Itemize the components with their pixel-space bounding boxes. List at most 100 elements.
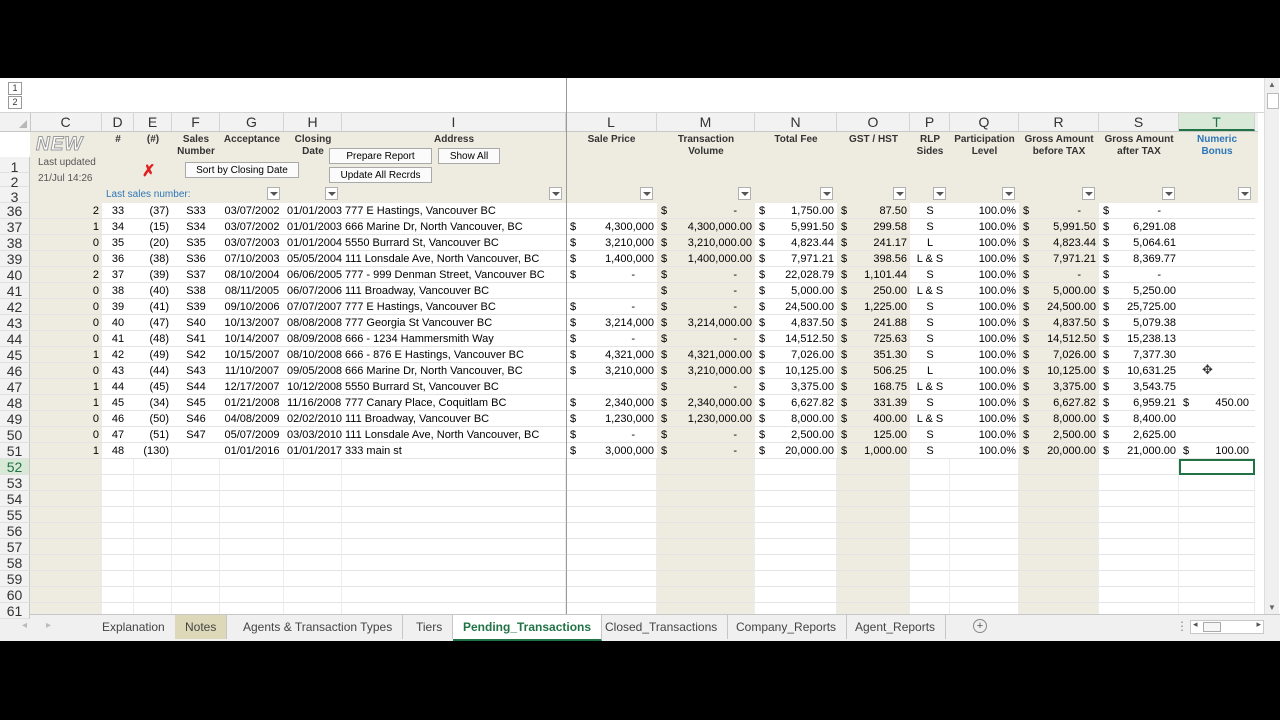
filter-dropdown-t[interactable] [1238,187,1251,200]
cell-t[interactable]: 100.00 $ [1179,443,1255,459]
cell-d[interactable] [102,587,134,603]
cell-t[interactable] [1179,315,1255,331]
row-header-43[interactable]: 43 [0,315,30,331]
cell-q[interactable]: 100.0% [950,267,1019,283]
cell-p[interactable]: S [910,267,950,283]
cell-i[interactable]: 777 Georgia St Vancouver BC [342,315,566,331]
cell-t[interactable] [1179,491,1255,507]
cell-n[interactable]: 4,837.50 $ [755,315,837,331]
cell-d[interactable]: 40 [102,315,134,331]
cell-i[interactable]: 5550 Burrard St, Vancouver BC [342,379,566,395]
cell-m[interactable]: - $ [657,331,755,347]
cell-f[interactable]: S37 [172,267,220,283]
cell-g[interactable]: 10/15/2007 [220,347,284,363]
column-header-l[interactable]: L [566,113,657,131]
horizontal-scroll-thumb[interactable] [1203,622,1221,632]
scroll-up-arrow-icon[interactable]: ▲ [1268,80,1276,89]
outline-level-2-button[interactable]: 2 [8,96,22,109]
cell-g[interactable] [220,459,284,475]
cell-h[interactable]: 08/10/2008 [284,347,342,363]
cell-c[interactable] [30,587,102,603]
cell-q[interactable]: 100.0% [950,331,1019,347]
outline-level-1-button[interactable]: 1 [8,82,22,95]
cell-i[interactable]: 666 - 1234 Hammersmith Way [342,331,566,347]
cell-q[interactable]: 100.0% [950,251,1019,267]
cell-p[interactable]: L & S [910,379,950,395]
cell-g[interactable] [220,507,284,523]
row-header-48[interactable]: 48 [0,395,30,411]
cell-n[interactable] [755,523,837,539]
filter-dropdown-s[interactable] [1162,187,1175,200]
cell-g[interactable] [220,475,284,491]
cell-s[interactable]: - $ [1099,267,1179,283]
cell-h[interactable]: 03/03/2010 [284,427,342,443]
cell-d[interactable] [102,475,134,491]
row-header-55[interactable]: 55 [0,507,30,523]
cell-c[interactable]: 0 [30,251,102,267]
cell-i[interactable]: 777 E Hastings, Vancouver BC [342,203,566,219]
cell-n[interactable]: 20,000.00 $ [755,443,837,459]
cell-n[interactable]: 8,000.00 $ [755,411,837,427]
cell-f[interactable] [172,571,220,587]
cell-h[interactable] [284,475,342,491]
cell-h[interactable]: 09/05/2008 [284,363,342,379]
cell-c[interactable]: 0 [30,363,102,379]
cell-h[interactable]: 01/01/2004 [284,235,342,251]
cell-d[interactable] [102,459,134,475]
cell-i[interactable]: 777 E Hastings, Vancouver BC [342,299,566,315]
cell-l[interactable] [566,571,657,587]
update-all-records-button[interactable]: Update All Recrds [329,167,432,183]
row-header-42[interactable]: 42 [0,299,30,315]
cell-f[interactable]: S34 [172,219,220,235]
cell-t[interactable] [1179,219,1255,235]
column-header-i[interactable]: I [342,113,566,131]
scroll-down-arrow-icon[interactable]: ▼ [1268,603,1276,612]
prepare-report-button[interactable]: Prepare Report [329,148,432,164]
cell-r[interactable] [1019,475,1099,491]
cell-c[interactable]: 0 [30,235,102,251]
cell-m[interactable] [657,475,755,491]
cell-t[interactable] [1179,283,1255,299]
cell-i[interactable]: 111 Broadway, Vancouver BC [342,283,566,299]
cell-r[interactable]: 3,375.00 $ [1019,379,1099,395]
cell-p[interactable]: S [910,443,950,459]
cell-f[interactable] [172,491,220,507]
cell-o[interactable]: 241.88 $ [837,315,910,331]
cell-h[interactable]: 08/08/2008 [284,315,342,331]
cell-e[interactable] [134,571,172,587]
cell-i[interactable] [342,571,566,587]
cell-p[interactable]: S [910,347,950,363]
cell-o[interactable]: 331.39 $ [837,395,910,411]
cell-i[interactable] [342,459,566,475]
cell-i[interactable] [342,507,566,523]
filter-dropdown-l[interactable] [640,187,653,200]
cell-s[interactable]: - $ [1099,203,1179,219]
cell-p[interactable] [910,587,950,603]
cell-r[interactable] [1019,539,1099,555]
cell-d[interactable] [102,491,134,507]
cell-g[interactable]: 09/10/2006 [220,299,284,315]
cell-o[interactable]: 1,101.44 $ [837,267,910,283]
cell-n[interactable] [755,571,837,587]
cell-q[interactable]: 100.0% [950,283,1019,299]
tab-agents-transaction-types[interactable]: Agents & Transaction Types [233,615,404,639]
tab-split-handle-icon[interactable]: ⋮ [1176,619,1188,633]
column-header-q[interactable]: Q [950,113,1019,131]
cell-r[interactable]: 5,991.50 $ [1019,219,1099,235]
cell-s[interactable]: 5,064.61 $ [1099,235,1179,251]
cell-c[interactable] [30,555,102,571]
cell-s[interactable]: 8,400.00 $ [1099,411,1179,427]
cell-e[interactable] [134,459,172,475]
cell-c[interactable]: 1 [30,347,102,363]
cell-n[interactable]: 14,512.50 $ [755,331,837,347]
cell-f[interactable] [172,443,220,459]
cell-f[interactable]: S46 [172,411,220,427]
cell-c[interactable]: 0 [30,283,102,299]
cell-i[interactable]: 777 - 999 Denman Street, Vancouver BC [342,267,566,283]
cell-o[interactable]: 400.00 $ [837,411,910,427]
cell-m[interactable]: 4,300,000.00 $ [657,219,755,235]
cell-q[interactable]: 100.0% [950,235,1019,251]
cell-f[interactable]: S42 [172,347,220,363]
cell-d[interactable]: 46 [102,411,134,427]
cell-f[interactable]: S41 [172,331,220,347]
